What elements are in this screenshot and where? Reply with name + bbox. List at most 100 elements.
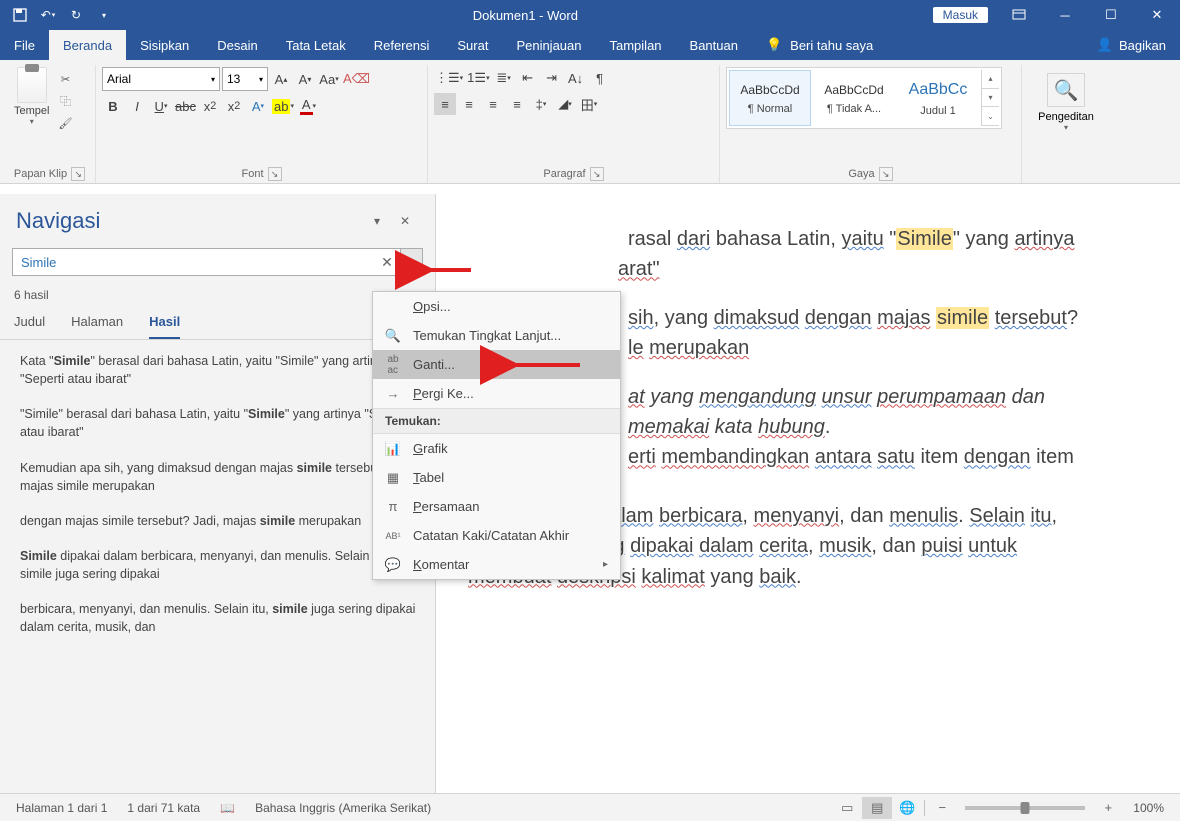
tab-desain[interactable]: Desain [203,30,271,60]
decrease-indent-icon[interactable]: ⇤ [517,67,539,89]
result-item[interactable]: dengan majas simile tersebut? Jadi, maja… [0,504,435,539]
menu-tabel[interactable]: ▦Tabel [373,463,620,492]
tab-beranda[interactable]: Beranda [49,30,126,60]
result-item[interactable]: Kata "Simile" berasal dari bahasa Latin,… [0,344,435,397]
zoom-slider[interactable] [965,806,1085,810]
line-spacing-icon[interactable]: ‡▾ [530,93,552,115]
save-icon[interactable] [6,0,34,30]
menu-opsi[interactable]: Opsi... [373,292,620,321]
tell-me-search[interactable]: 💡 Beri tahu saya [752,30,887,60]
status-language[interactable]: Bahasa Inggris (Amerika Serikat) [245,801,441,815]
styles-scroll[interactable]: ▴▾⌄ [981,70,999,126]
view-print-icon[interactable]: ▤ [862,797,892,819]
result-item[interactable]: "Simile" berasal dari bahasa Latin, yait… [0,397,435,450]
align-left-icon[interactable]: ≡ [434,93,456,115]
tab-surat[interactable]: Surat [443,30,502,60]
increase-indent-icon[interactable]: ⇥ [541,67,563,89]
navtab-judul[interactable]: Judul [14,314,45,339]
bold-icon[interactable]: B [102,95,124,117]
menu-komentar[interactable]: 💬Komentar▸ [373,550,620,579]
login-button[interactable]: Masuk [933,7,988,23]
view-web-icon[interactable]: 🌐 [892,797,922,819]
ribbon-display-icon[interactable] [996,0,1042,30]
tab-tampilan[interactable]: Tampilan [596,30,676,60]
justify-icon[interactable]: ≡ [506,93,528,115]
status-words[interactable]: 1 dari 71 kata [117,801,210,815]
text-effects-icon[interactable]: A▾ [247,95,269,117]
tab-referensi[interactable]: Referensi [360,30,444,60]
status-proofing-icon[interactable]: 📖 [210,801,245,815]
menu-catatan[interactable]: AB¹Catatan Kaki/Catatan Akhir [373,521,620,550]
paste-icon[interactable] [17,67,47,103]
change-case-icon[interactable]: Aa▾ [318,68,340,90]
qat-dropdown-icon[interactable]: ▾ [90,0,118,30]
view-read-icon[interactable]: ▭ [832,797,862,819]
styles-gallery[interactable]: AaBbCcDd ¶ Normal AaBbCcDd ¶ Tidak A... … [726,67,1002,129]
font-launcher[interactable]: ↘ [268,167,282,181]
grow-font-icon[interactable]: A▴ [270,68,292,90]
align-center-icon[interactable]: ≡ [458,93,480,115]
result-item[interactable]: berbicara, menyanyi, dan menulis. Selain… [0,592,435,645]
search-input[interactable] [13,255,374,270]
sort-icon[interactable]: A↓ [565,67,587,89]
format-painter-icon[interactable]: 🖌 [55,113,75,133]
tab-peninjauan[interactable]: Peninjauan [502,30,595,60]
copy-icon[interactable]: ⿻ [55,91,75,111]
maximize-icon[interactable]: ☐ [1088,0,1134,30]
cut-icon[interactable]: ✂ [55,69,75,89]
menu-advanced-find[interactable]: 🔍Temukan Tingkat Lanjut... [373,321,620,350]
tab-bantuan[interactable]: Bantuan [676,30,752,60]
result-item[interactable]: Kemudian apa sih, yang dimaksud dengan m… [0,451,435,504]
font-name-combo[interactable]: Arial▾ [102,67,220,91]
editing-button[interactable]: Pengeditan [1038,111,1094,123]
font-color-icon[interactable]: A▾ [297,95,319,117]
strikethrough-icon[interactable]: abc [174,95,197,117]
navpane-menu-icon[interactable]: ▾ [363,209,391,233]
find-icon[interactable]: 🔍 [1047,73,1085,107]
minimize-icon[interactable]: ─ [1042,0,1088,30]
zoom-in-icon[interactable]: + [1093,797,1123,819]
borders-icon[interactable]: 田▾ [578,93,600,115]
redo-icon[interactable]: ↻ [62,0,90,30]
result-item[interactable]: Simile dipakai dalam berbicara, menyanyi… [0,539,435,592]
navtab-halaman[interactable]: Halaman [71,314,123,339]
number-list-icon[interactable]: 1☰▾ [466,67,490,89]
tab-sisipkan[interactable]: Sisipkan [126,30,203,60]
tab-file[interactable]: File [0,30,49,60]
close-icon[interactable]: ✕ [1134,0,1180,30]
clear-format-icon[interactable]: A⌫ [342,68,371,90]
search-clear-icon[interactable]: ✕ [374,249,400,275]
bullet-list-icon[interactable]: ⋮☰▾ [434,67,464,89]
highlight-icon[interactable]: ab▾ [271,95,295,117]
status-page[interactable]: Halaman 1 dari 1 [6,801,117,815]
superscript-icon[interactable]: x2 [223,95,245,117]
shading-icon[interactable]: ◢▾ [554,93,576,115]
menu-goto[interactable]: →Pergi Ke... [373,379,620,408]
multilevel-list-icon[interactable]: ≣▾ [493,67,515,89]
zoom-level[interactable]: 100% [1123,801,1174,815]
zoom-out-icon[interactable]: − [927,797,957,819]
navpane-search-box[interactable]: ✕ ▾ [12,248,423,276]
paragraph-launcher[interactable]: ↘ [590,167,604,181]
style-normal[interactable]: AaBbCcDd ¶ Normal [729,70,811,126]
show-marks-icon[interactable]: ¶ [589,67,611,89]
clipboard-launcher[interactable]: ↘ [71,167,85,181]
style-no-spacing[interactable]: AaBbCcDd ¶ Tidak A... [813,70,895,126]
shrink-font-icon[interactable]: A▾ [294,68,316,90]
font-size-combo[interactable]: 13▾ [222,67,268,91]
italic-icon[interactable]: I [126,95,148,117]
tab-tata-letak[interactable]: Tata Letak [272,30,360,60]
navpane-close-icon[interactable]: ✕ [391,209,419,233]
underline-icon[interactable]: U▾ [150,95,172,117]
share-button[interactable]: 👤 Bagikan [1083,30,1180,60]
undo-icon[interactable]: ↶▾ [34,0,62,30]
menu-grafik[interactable]: 📊Grafik [373,434,620,463]
navtab-hasil[interactable]: Hasil [149,314,180,339]
menu-persamaan[interactable]: πPersamaan [373,492,620,521]
styles-launcher[interactable]: ↘ [879,167,893,181]
clipboard-group-label: Papan Klip [14,168,67,180]
style-heading1[interactable]: AaBbCc Judul 1 [897,70,979,126]
align-right-icon[interactable]: ≡ [482,93,504,115]
subscript-icon[interactable]: x2 [199,95,221,117]
paste-button[interactable]: Tempel [14,105,49,117]
